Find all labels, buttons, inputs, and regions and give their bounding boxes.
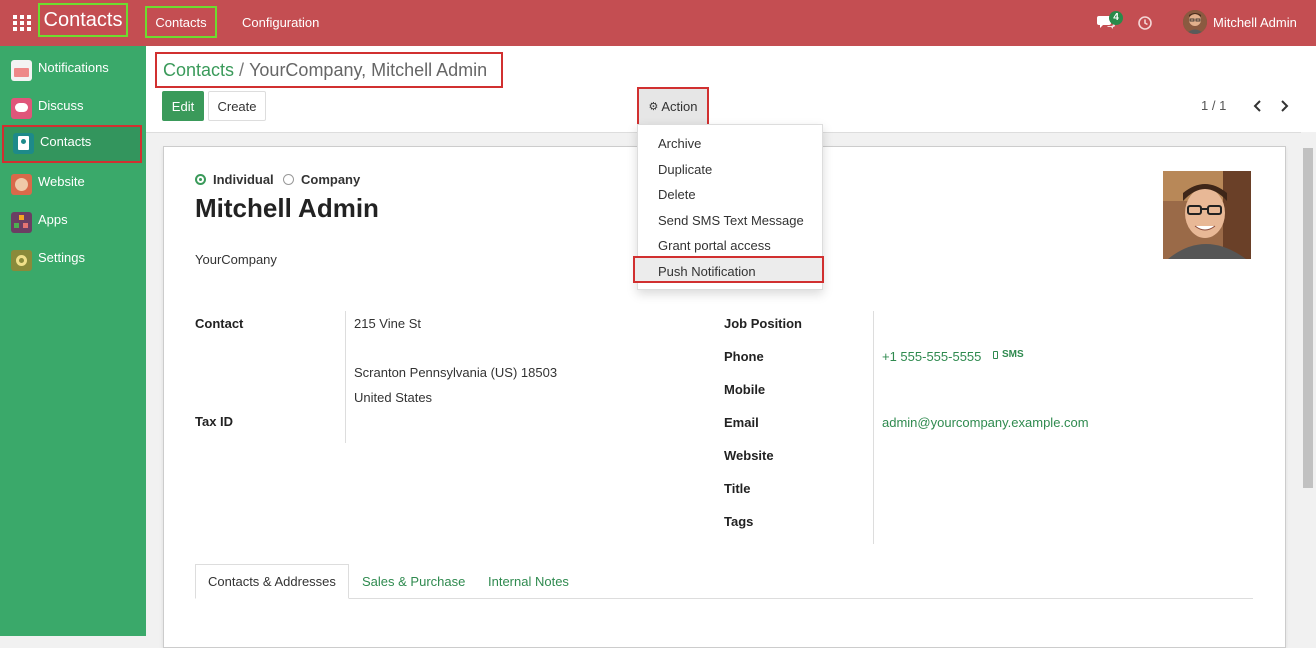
tab-internal-notes[interactable]: Internal Notes bbox=[488, 564, 569, 598]
menu-configuration[interactable]: Configuration bbox=[242, 6, 319, 38]
job-position-label: Job Position bbox=[724, 316, 802, 331]
sidebar-item-apps[interactable]: Apps bbox=[0, 203, 146, 241]
phone-link[interactable]: +1 555-555-5555 bbox=[882, 349, 981, 364]
chat-count-badge: 4 bbox=[1109, 11, 1123, 25]
menu-item-duplicate[interactable]: Duplicate bbox=[658, 162, 712, 177]
sms-button[interactable]: SMS bbox=[993, 349, 1024, 360]
website-icon bbox=[11, 174, 32, 195]
contact-label: Contact bbox=[195, 316, 244, 331]
app-grid-icon[interactable] bbox=[13, 15, 31, 31]
action-button-label: Action bbox=[661, 99, 698, 114]
menu-item-grant-portal-access[interactable]: Grant portal access bbox=[658, 238, 771, 253]
pager-value[interactable]: 1 / 1 bbox=[1201, 98, 1226, 113]
address-city-line: Scranton Pennsylvania (US) 18503 bbox=[354, 365, 558, 380]
notifications-icon bbox=[11, 60, 32, 81]
user-avatar[interactable] bbox=[1183, 10, 1207, 34]
menu-item-delete[interactable]: Delete bbox=[658, 187, 696, 202]
radio-label: Individual bbox=[213, 172, 274, 187]
contact-photo[interactable] bbox=[1163, 171, 1251, 259]
sidebar-item-label: Discuss bbox=[38, 98, 84, 113]
title-label: Title bbox=[724, 481, 751, 496]
breadcrumb-contacts-link[interactable]: Contacts bbox=[163, 60, 234, 81]
breadcrumb-current: YourCompany, Mitchell Admin bbox=[249, 59, 488, 80]
sidebar-item-discuss[interactable]: Discuss bbox=[0, 89, 146, 127]
create-button[interactable]: Create bbox=[208, 91, 266, 121]
email-link[interactable]: admin@yourcompany.example.com bbox=[882, 415, 1089, 430]
contact-name: Mitchell Admin bbox=[195, 193, 379, 223]
app-title[interactable]: Contacts bbox=[38, 3, 128, 37]
sms-label: SMS bbox=[1002, 349, 1024, 360]
tax-id-label: Tax ID bbox=[195, 414, 234, 429]
edit-button[interactable]: Edit bbox=[162, 91, 204, 121]
address-country: United States bbox=[354, 390, 433, 405]
tab-sales-purchase[interactable]: Sales & Purchase bbox=[362, 564, 465, 598]
activity-clock-icon[interactable] bbox=[1137, 15, 1153, 31]
contact-company[interactable]: YourCompany bbox=[195, 252, 277, 267]
settings-icon bbox=[11, 250, 32, 271]
top-navbar: Contacts Contacts Configuration 4 Mitche… bbox=[0, 0, 1316, 46]
radio-individual[interactable]: Individual bbox=[195, 172, 274, 187]
chevron-right-icon[interactable] bbox=[1278, 98, 1292, 114]
email-label: Email bbox=[724, 415, 759, 430]
sidebar-item-label: Settings bbox=[38, 250, 85, 265]
sidebar-item-website[interactable]: Website bbox=[0, 165, 146, 203]
chevron-left-icon[interactable] bbox=[1250, 98, 1264, 114]
website-label: Website bbox=[724, 448, 774, 463]
breadcrumb-separator: / bbox=[239, 59, 245, 80]
sidebar-item-label: Notifications bbox=[38, 60, 109, 75]
tab-contacts-addresses[interactable]: Contacts & Addresses bbox=[195, 564, 349, 599]
scrollbar-thumb[interactable] bbox=[1303, 148, 1313, 488]
menu-item-send-sms[interactable]: Send SMS Text Message bbox=[658, 213, 804, 228]
address-street: 215 Vine St bbox=[354, 316, 421, 331]
mobile-phone-icon bbox=[993, 350, 998, 359]
radio-unchecked-icon bbox=[283, 174, 294, 185]
sidebar-item-label: Apps bbox=[38, 212, 68, 227]
radio-company[interactable]: Company bbox=[283, 172, 360, 187]
notebook-tabs: Contacts & Addresses Sales & Purchase In… bbox=[195, 564, 1253, 599]
radio-checked-icon bbox=[195, 174, 206, 185]
gear-icon: ⚙ bbox=[648, 101, 659, 113]
menu-item-push-notification[interactable]: Push Notification bbox=[658, 264, 756, 279]
mobile-label: Mobile bbox=[724, 382, 766, 397]
apps-sidebar: Notifications Discuss Contacts Website A… bbox=[0, 46, 146, 636]
action-button[interactable]: ⚙ Action bbox=[637, 87, 709, 126]
field-separator bbox=[873, 311, 874, 544]
sidebar-item-contacts[interactable]: Contacts bbox=[2, 125, 142, 163]
menu-contacts[interactable]: Contacts bbox=[145, 6, 217, 38]
breadcrumb: Contacts / YourCompany, Mitchell Admin bbox=[155, 52, 503, 88]
contacts-icon bbox=[13, 133, 34, 154]
sidebar-item-label: Website bbox=[38, 174, 85, 189]
radio-label: Company bbox=[301, 172, 361, 187]
field-separator bbox=[345, 311, 346, 443]
menu-item-archive[interactable]: Archive bbox=[658, 136, 701, 151]
tags-label: Tags bbox=[724, 514, 754, 529]
sidebar-item-label: Contacts bbox=[40, 134, 92, 149]
sidebar-item-notifications[interactable]: Notifications bbox=[0, 51, 146, 89]
phone-label: Phone bbox=[724, 349, 764, 364]
sidebar-item-settings[interactable]: Settings bbox=[0, 241, 146, 279]
user-menu-name[interactable]: Mitchell Admin bbox=[1213, 15, 1297, 30]
discuss-icon bbox=[11, 98, 32, 119]
apps-icon bbox=[11, 212, 32, 233]
